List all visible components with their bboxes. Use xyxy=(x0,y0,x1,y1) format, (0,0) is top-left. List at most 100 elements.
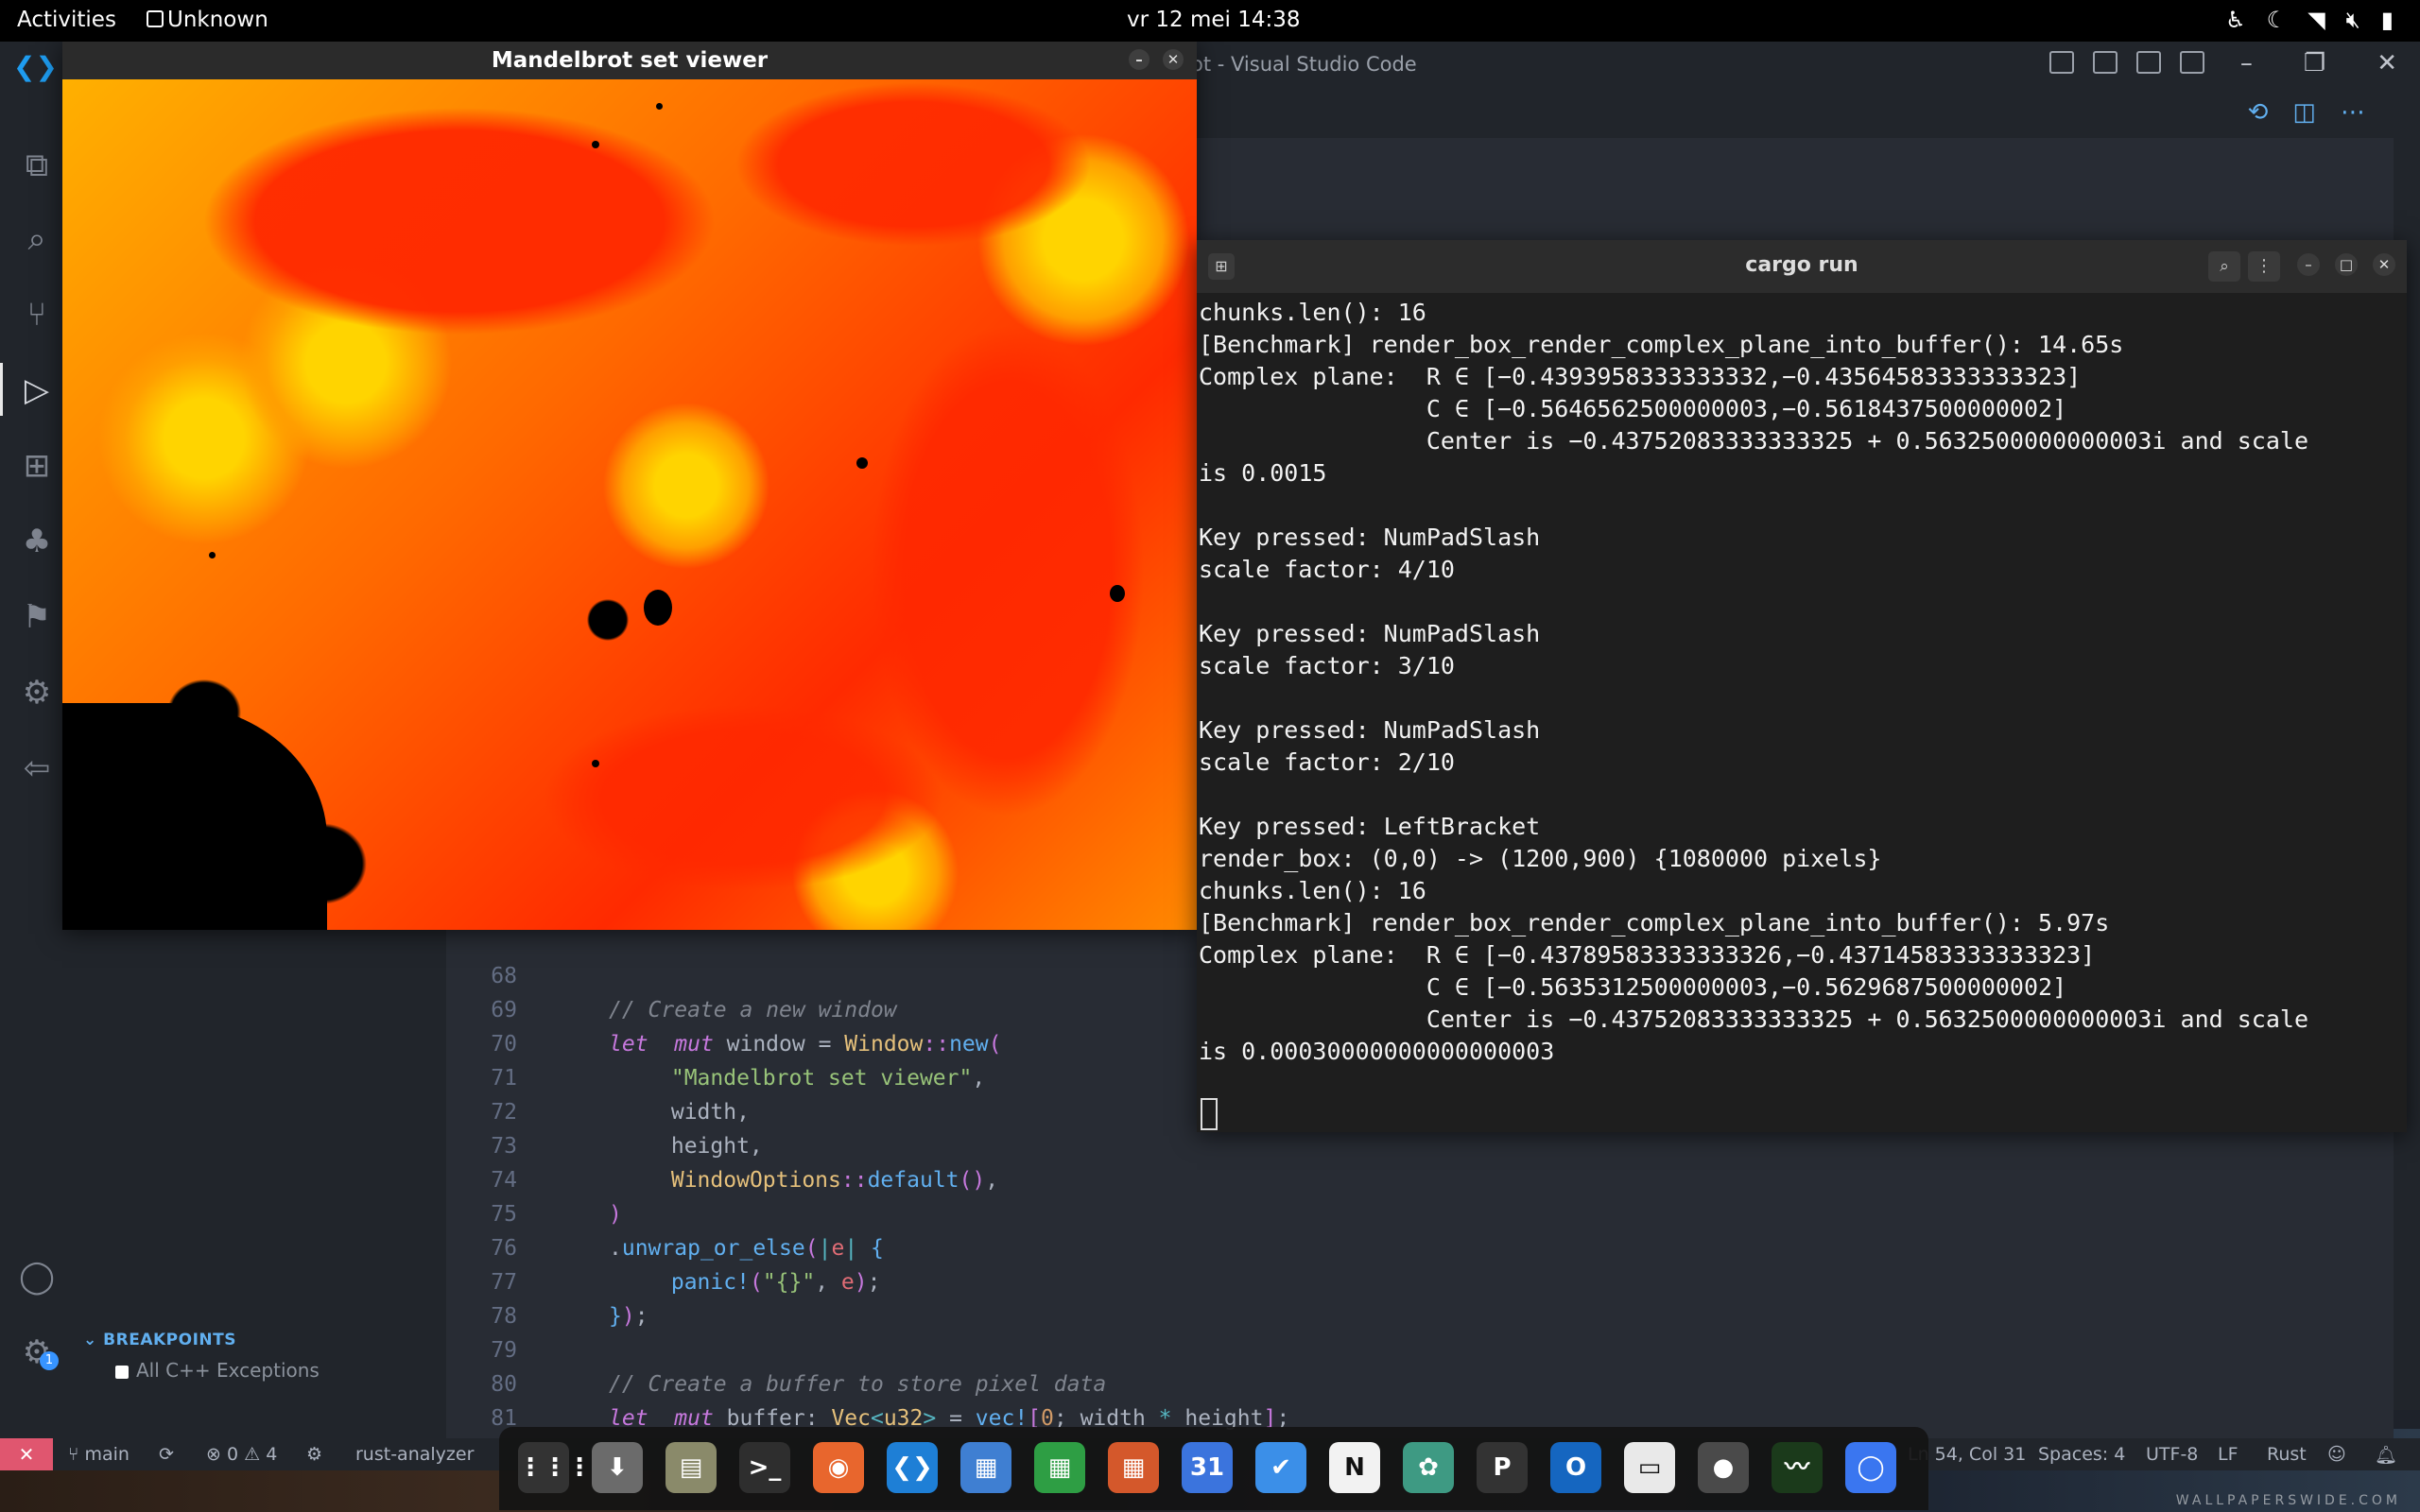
show-apps-icon[interactable]: ⋮⋮⋮ xyxy=(518,1442,592,1493)
notifications-bell-icon[interactable]: 🔔︎ xyxy=(2375,1444,2397,1466)
terminal-icon[interactable]: >_ xyxy=(739,1442,790,1493)
timeline-icon[interactable]: ⟲ xyxy=(2248,98,2269,127)
more-actions-icon[interactable]: ⋯ xyxy=(2341,98,2365,127)
minibrot xyxy=(209,552,216,558)
terminal-line: C ∈ [−0.5635312500000003,−0.562968750000… xyxy=(1199,973,2067,1001)
problems-status[interactable]: ⊗ 0 ⚠ 4 xyxy=(206,1444,277,1465)
terminal-line: chunks.len(): 16 xyxy=(1199,299,1426,326)
system-monitor-icon[interactable]: 〰 xyxy=(1772,1442,1823,1493)
feedback-icon[interactable]: ☺ xyxy=(2327,1444,2346,1465)
vscode-icon[interactable]: ❮❯ xyxy=(887,1442,938,1493)
toggle-panel-icon[interactable] xyxy=(2093,51,2118,74)
screenshot-icon[interactable]: ● xyxy=(1698,1442,1749,1493)
minimize-icon[interactable]: – xyxy=(2297,253,2320,276)
branch-label: main xyxy=(84,1444,130,1465)
extensions-icon[interactable]: ⊞ xyxy=(17,446,57,486)
breakpoints-header[interactable]: ⌄ BREAKPOINTS xyxy=(83,1331,446,1349)
terminal-line: scale factor: 3/10 xyxy=(1199,652,1455,679)
remote-indicator-icon[interactable]: ✕ xyxy=(0,1438,53,1470)
firefox-icon[interactable]: ◉ xyxy=(813,1442,864,1493)
code-text: "Mandelbrot set viewer", xyxy=(670,1066,986,1091)
chatgpt-icon[interactable]: ✿ xyxy=(1403,1442,1454,1493)
close-icon[interactable]: ✕ xyxy=(1163,49,1184,70)
impress-icon[interactable]: ▦ xyxy=(1108,1442,1159,1493)
terminal-line: scale factor: 4/10 xyxy=(1199,556,1455,583)
split-editor-icon[interactable]: ◫ xyxy=(2292,98,2316,127)
warning-icon: ⚠ xyxy=(244,1444,267,1465)
activities-button[interactable]: Activities xyxy=(17,8,116,32)
minibrot xyxy=(1110,585,1125,602)
close-icon[interactable]: ✕ xyxy=(2377,49,2397,77)
end-of-line[interactable]: LF xyxy=(2218,1444,2238,1465)
code-text: // Create a new window xyxy=(609,998,897,1022)
breakpoint-checkbox[interactable] xyxy=(115,1366,129,1379)
code-text: panic!("{}", e); xyxy=(670,1270,881,1295)
code-text: ) xyxy=(609,1202,622,1227)
signal-icon[interactable]: ◯ xyxy=(1845,1442,1896,1493)
terminal-line: Key pressed: NumPadSlash xyxy=(1199,716,1541,744)
tree-icon[interactable]: ♣ xyxy=(17,522,57,561)
error-count: 0 xyxy=(226,1444,239,1465)
code-text: WindowOptions::default(), xyxy=(670,1168,999,1193)
sync-icon[interactable]: ⟳ xyxy=(159,1444,174,1465)
explorer-icon[interactable]: ⧉ xyxy=(17,146,57,185)
source-control-icon[interactable]: ⑂ xyxy=(17,295,57,335)
terminal-titlebar[interactable]: ⊞ cargo run ⌕ ⋮ – □ ✕ xyxy=(1197,240,2407,293)
remote-icon[interactable]: ⇦ xyxy=(17,748,57,788)
notes-icon[interactable]: ▭ xyxy=(1624,1442,1675,1493)
account-icon[interactable]: ◯ xyxy=(17,1257,57,1297)
chevron-down-icon: ⌄ xyxy=(83,1331,104,1349)
minimize-icon[interactable]: – xyxy=(1129,49,1150,70)
maximize-icon[interactable]: □ xyxy=(2335,253,2358,276)
software-center-icon[interactable]: ⬇ xyxy=(592,1442,643,1493)
encoding[interactable]: UTF-8 xyxy=(2146,1444,2198,1465)
calendar-icon[interactable]: 31 xyxy=(1182,1442,1233,1493)
app-menu[interactable]: Unknown xyxy=(147,8,268,32)
menu-icon[interactable]: ⋮ xyxy=(2248,251,2280,282)
accessibility-icon[interactable]: ♿ xyxy=(2225,7,2246,33)
system-tray[interactable]: ♿ ☾ ◥ 🔇︎ ▮ xyxy=(2225,7,2394,33)
battery-icon: ▮ xyxy=(2380,7,2394,33)
terminal-line: is 0.00030000000000000003 xyxy=(1199,1038,1555,1065)
mandelbrot-titlebar[interactable]: Mandelbrot set viewer – ✕ xyxy=(62,42,1197,79)
files-icon[interactable]: ▤ xyxy=(666,1442,717,1493)
minibrot xyxy=(856,457,868,469)
terminal-output[interactable]: chunks.len(): 16 [Benchmark] render_box_r… xyxy=(1199,297,2395,1068)
toggle-primary-sidebar-icon[interactable] xyxy=(2049,51,2074,74)
debug-launch-icon[interactable]: ⚙ xyxy=(306,1444,322,1465)
language-mode[interactable]: Rust xyxy=(2267,1444,2307,1465)
terminal-line: [Benchmark] render_box_render_complex_pl… xyxy=(1199,909,2110,936)
close-icon[interactable]: ✕ xyxy=(2373,253,2395,276)
run-debug-icon[interactable]: ▷ xyxy=(17,370,57,410)
language-server-status[interactable]: rust-analyzer xyxy=(355,1444,474,1465)
bookmarks-icon[interactable]: ⚑ xyxy=(17,597,57,637)
line-number: 79 xyxy=(491,1338,517,1363)
indentation[interactable]: Spaces: 4 xyxy=(2038,1444,2125,1465)
restore-icon[interactable]: ❐ xyxy=(2304,49,2325,77)
manage-gear-icon[interactable]: ⚙ 1 xyxy=(17,1332,59,1372)
tasks-icon[interactable]: ✔ xyxy=(1255,1442,1306,1493)
minimize-icon[interactable]: – xyxy=(2240,49,2253,77)
customize-layout-icon[interactable] xyxy=(2180,51,2204,74)
minibrot xyxy=(592,760,599,767)
calc-icon[interactable]: ▦ xyxy=(1034,1442,1085,1493)
terminal-cursor xyxy=(1201,1098,1218,1130)
search-icon[interactable]: ⌕ xyxy=(2208,251,2240,282)
terminal-line: is 0.0015 xyxy=(1199,459,1327,487)
branch-status[interactable]: ⑂ main xyxy=(68,1444,130,1465)
clock[interactable]: vr 12 mei 14:38 xyxy=(1127,8,1301,32)
cog-extensions-icon[interactable]: ⚙ xyxy=(17,673,57,713)
toggle-secondary-sidebar-icon[interactable] xyxy=(2136,51,2161,74)
breakpoint-item[interactable]: All C++ Exceptions xyxy=(115,1359,446,1382)
search-icon[interactable]: ⌕ xyxy=(17,219,57,259)
pomodoro-icon[interactable]: P xyxy=(1477,1442,1528,1493)
notion-icon[interactable]: N xyxy=(1329,1442,1380,1493)
mandelbrot-render[interactable] xyxy=(62,79,1197,930)
line-number: 68 xyxy=(491,964,517,988)
app-icon xyxy=(147,10,164,27)
writer-icon[interactable]: ▦ xyxy=(960,1442,1011,1493)
code-text: // Create a buffer to store pixel data xyxy=(609,1372,1107,1397)
outlook-icon[interactable]: O xyxy=(1550,1442,1601,1493)
line-number: 75 xyxy=(491,1202,517,1227)
